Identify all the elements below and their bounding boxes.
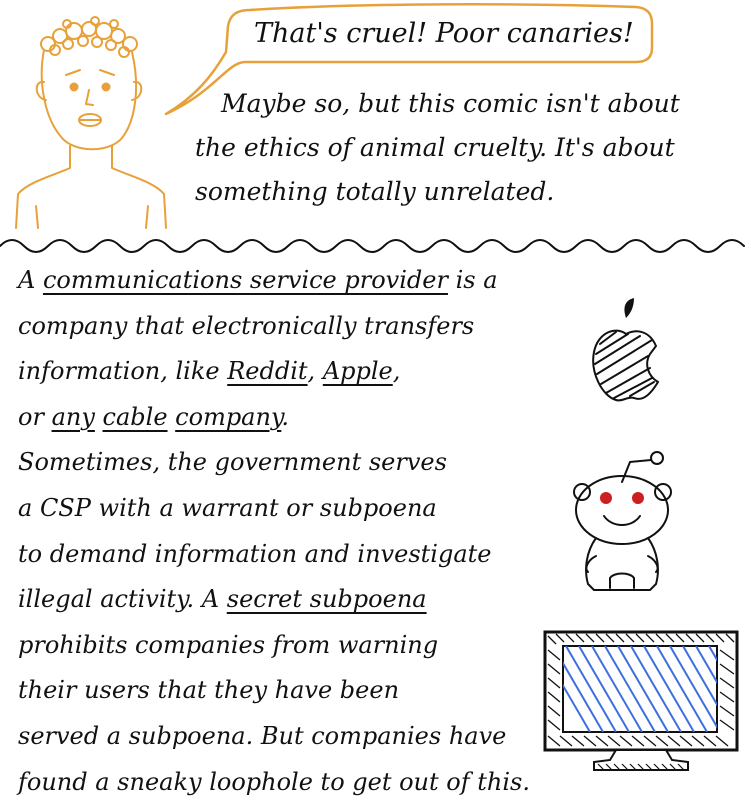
body-line: A communications service provider is a <box>18 266 498 294</box>
narration-line: the ethics of animal cruelty. It's about <box>195 133 675 162</box>
body-line: illegal activity. A secret subpoena <box>18 585 427 614</box>
body-line: or any cable company. <box>18 402 289 431</box>
wavy-divider <box>0 239 745 253</box>
tv-monitor-icon <box>543 630 739 771</box>
term-cable: cable <box>102 402 168 431</box>
body-line: found a sneaky loophole to get out of th… <box>18 767 530 796</box>
term-secret-subpoena: secret subpoena <box>226 585 427 614</box>
reddit-alien-icon <box>573 451 672 591</box>
term-apple: Apple <box>322 357 393 386</box>
reddit-right-ear <box>654 483 672 501</box>
body-line: company that electronically transfers <box>18 311 475 340</box>
left-eye <box>69 82 79 92</box>
body-line: served a subpoena. But companies have <box>18 721 507 750</box>
body-text: A communications service provider is a c… <box>18 258 530 805</box>
reddit-head <box>575 475 669 545</box>
body-line: information, like Reddit, Apple, <box>18 357 401 386</box>
character <box>15 16 167 229</box>
reddit-body <box>585 537 659 591</box>
narration-line: Maybe so, but this comic isn't about <box>221 89 680 118</box>
term-company: company <box>175 402 282 431</box>
body-line: Sometimes, the government serves <box>18 448 447 477</box>
term-communications-service-provider: communications service provider <box>42 266 448 294</box>
body-line: prohibits companies from warning <box>18 630 439 659</box>
body-line: to demand information and investigate <box>18 539 492 568</box>
body-line: a CSP with a warrant or subpoena <box>18 493 437 522</box>
reddit-left-eye <box>600 492 612 504</box>
body-line: their users that they have been <box>18 676 400 705</box>
speech-bubble-text: That's cruel! Poor canaries! <box>254 18 634 49</box>
apple-logo-icon <box>592 298 660 402</box>
narration: Maybe so, but this comic isn't about the… <box>195 82 680 214</box>
term-reddit: Reddit <box>227 357 308 386</box>
term-any: any <box>51 402 95 431</box>
narration-line: something totally unrelated. <box>195 177 555 206</box>
curly-hair <box>40 16 138 58</box>
right-eye <box>101 82 111 92</box>
head <box>40 49 138 151</box>
reddit-right-eye <box>632 492 644 504</box>
